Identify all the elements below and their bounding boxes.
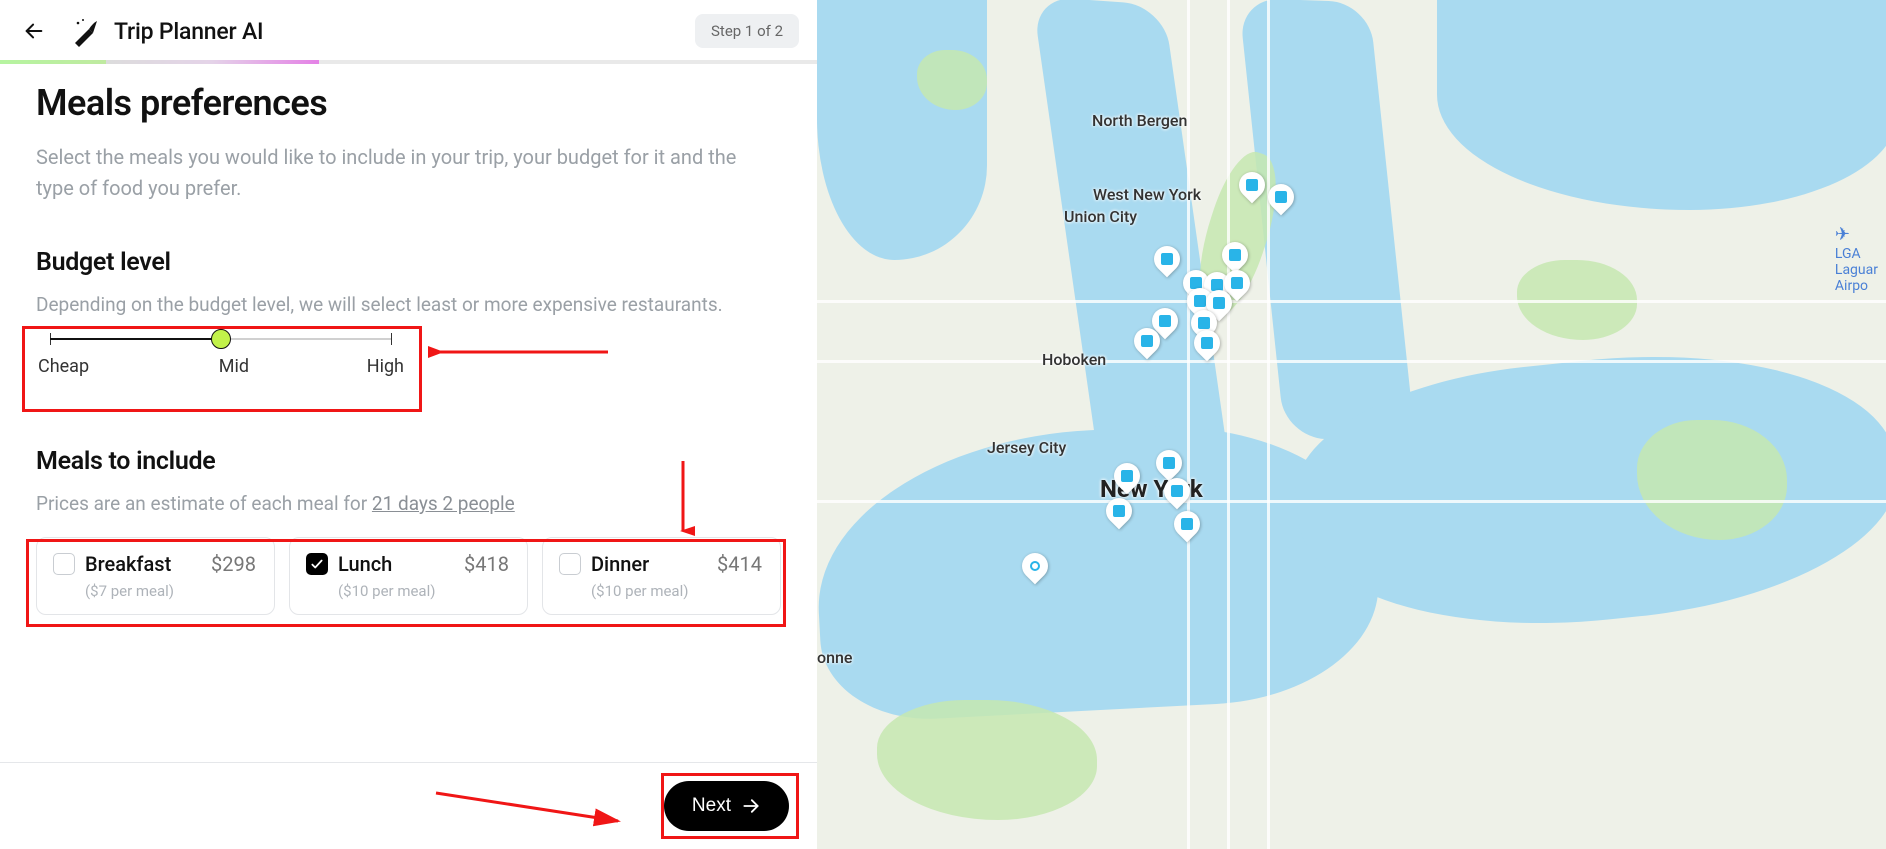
meal-checkbox[interactable]: [53, 553, 75, 575]
page-title: Meals preferences: [36, 82, 781, 124]
map-pin[interactable]: [1114, 463, 1140, 495]
meal-total: $298: [211, 552, 256, 576]
meals-subtitle: Prices are an estimate of each meal for …: [36, 492, 781, 515]
meal-grid: Breakfast $298 ($7 per meal) Lunch $418 ($10 …: [36, 537, 781, 615]
meal-total: $414: [717, 552, 762, 576]
meal-name: Dinner: [591, 552, 649, 576]
page-subtitle: Select the meals you would like to inclu…: [36, 142, 776, 204]
step-badge: Step 1 of 2: [695, 14, 799, 48]
annotation-arrow-next: [430, 787, 630, 831]
meal-card-dinner[interactable]: Dinner $414 ($10 per meal): [542, 537, 781, 615]
map-label: North Bergen: [1092, 111, 1187, 130]
map-pin[interactable]: [1154, 246, 1180, 278]
airplane-icon: ✈: [1835, 225, 1878, 246]
map-panel[interactable]: North Bergen West New York Union City Hobok…: [817, 0, 1886, 849]
arrow-right-icon: [741, 796, 761, 816]
map-label: onne: [817, 648, 852, 667]
map-pin[interactable]: [1239, 172, 1265, 204]
map-label: Union City: [1064, 207, 1137, 226]
back-button[interactable]: [18, 15, 50, 47]
map-pin[interactable]: [1106, 498, 1132, 530]
slider-labels: Cheap Mid High: [36, 356, 406, 377]
map-pin[interactable]: [1268, 184, 1294, 216]
meal-card-breakfast[interactable]: Breakfast $298 ($7 per meal): [36, 537, 275, 615]
map-label: Jersey City: [987, 438, 1066, 457]
app-logo-icon: [68, 14, 102, 48]
slider-label-high: High: [367, 356, 404, 377]
meal-per: ($10 per meal): [338, 582, 509, 600]
meal-per: ($10 per meal): [591, 582, 762, 600]
slider-label-low: Cheap: [38, 356, 89, 377]
meal-name: Breakfast: [85, 552, 171, 576]
map-pin[interactable]: [1134, 328, 1160, 360]
slider-thumb[interactable]: [211, 329, 231, 349]
header: Trip Planner AI Step 1 of 2: [0, 0, 817, 60]
map-pin[interactable]: [1194, 330, 1220, 362]
meal-per: ($7 per meal): [85, 582, 256, 600]
form-panel: Trip Planner AI Step 1 of 2 Meals prefer…: [0, 0, 817, 849]
budget-title: Budget level: [36, 248, 781, 277]
meals-title: Meals to include: [36, 447, 781, 476]
map-canvas[interactable]: North Bergen West New York Union City Hobok…: [817, 0, 1886, 849]
slider-fill: [50, 338, 221, 340]
map-pin[interactable]: [1164, 478, 1190, 510]
budget-slider[interactable]: [36, 338, 406, 340]
meal-checkbox[interactable]: [306, 553, 328, 575]
meal-checkbox[interactable]: [559, 553, 581, 575]
slider-label-mid: Mid: [219, 356, 249, 377]
content: Meals preferences Select the meals you w…: [0, 64, 817, 762]
map-label: West New York: [1093, 185, 1201, 204]
budget-subtitle: Depending on the budget level, we will s…: [36, 293, 781, 316]
meal-name: Lunch: [338, 552, 392, 576]
meals-duration-link[interactable]: 21 days 2 people: [372, 492, 515, 515]
meal-total: $418: [464, 552, 509, 576]
next-button[interactable]: Next: [664, 781, 789, 831]
annotation-arrow-slider: [428, 338, 618, 368]
map-pin[interactable]: [1174, 511, 1200, 543]
map-label: Hoboken: [1042, 350, 1106, 369]
meal-card-lunch[interactable]: Lunch $418 ($10 per meal): [289, 537, 528, 615]
airport-badge: ✈ LGA Laguar Airpo: [1835, 225, 1878, 294]
map-pin-hollow[interactable]: [1022, 553, 1048, 585]
footer: Next: [0, 762, 817, 849]
app-title: Trip Planner AI: [114, 18, 263, 45]
